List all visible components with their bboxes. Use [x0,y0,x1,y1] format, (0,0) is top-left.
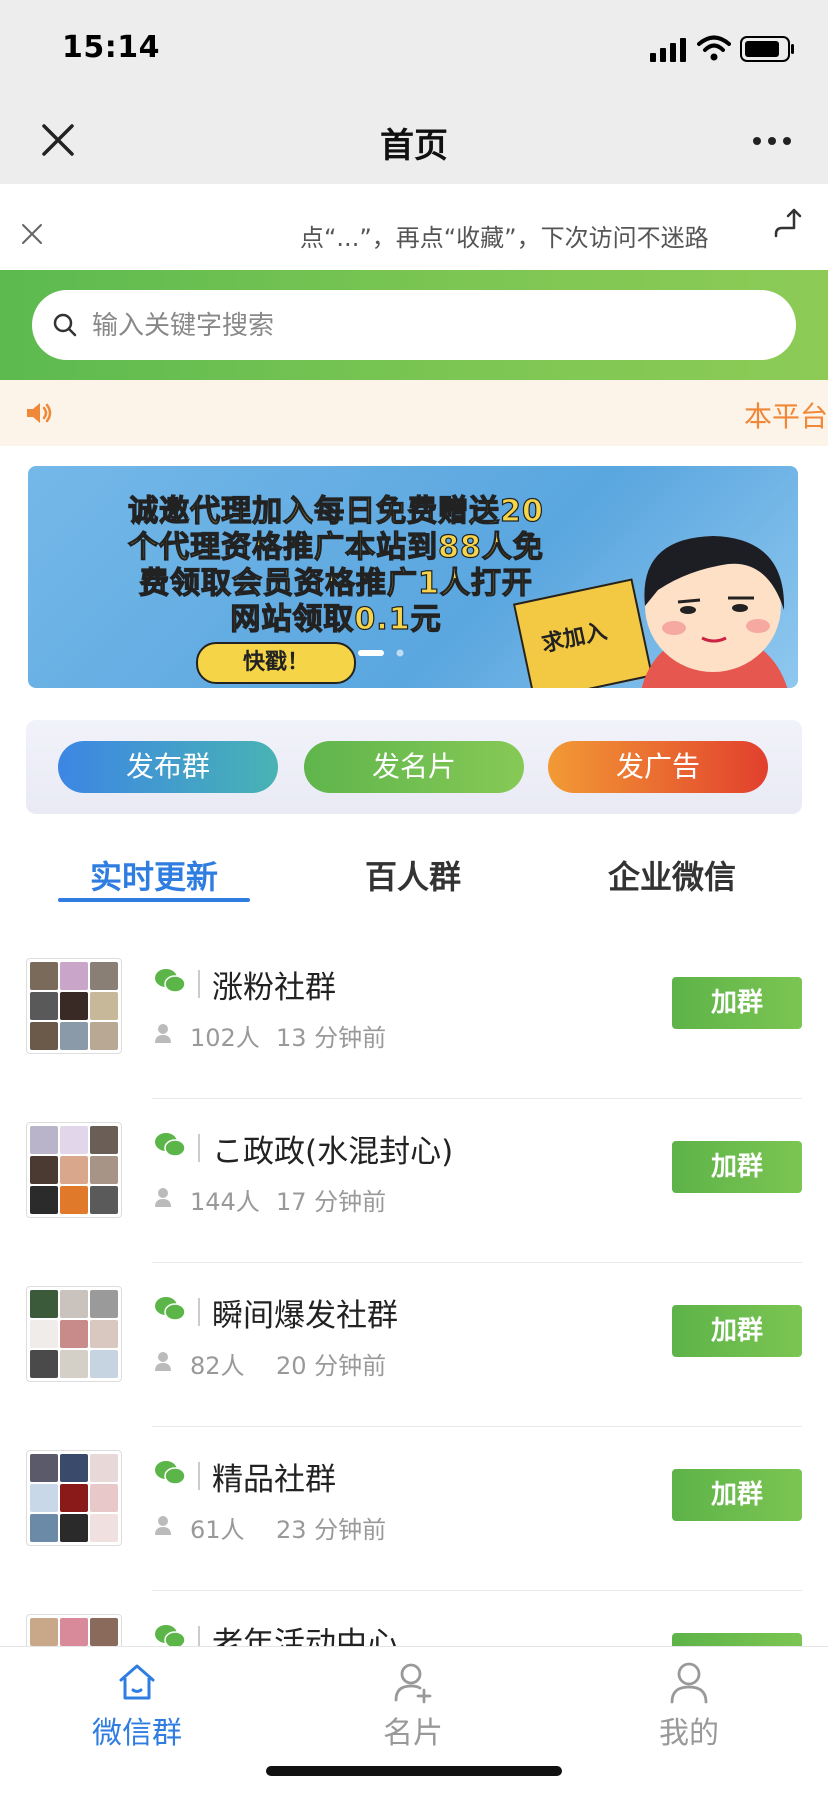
banner-pagination [358,649,404,657]
tab-mine[interactable]: 我的 [619,1708,759,1752]
tab-hundred-groups[interactable]: 百人群 [313,852,513,898]
status-time: 15:14 [62,30,160,65]
active-tab-indicator [58,898,250,902]
member-count: 144人 [190,1188,260,1216]
group-name: 涨粉社群 [212,970,336,1006]
group-name: 瞬间爆发社群 [212,1298,398,1334]
wechat-icon [155,1297,186,1321]
user-icon[interactable] [667,1660,711,1704]
join-group-button[interactable]: 加群 [672,1305,802,1357]
publish-card-button[interactable]: 发名片 [304,741,524,793]
member-count: 102人 [190,1024,260,1052]
tab-realtime[interactable]: 实时更新 [54,852,254,898]
update-time: 13 分钟前 [276,1024,387,1052]
group-avatar [26,1122,122,1218]
member-count: 82人 [190,1352,245,1380]
notice-text: 本平台 [744,400,828,433]
members-icon [155,1188,171,1207]
row-divider [152,1426,802,1427]
arrow-up-right-icon [774,208,802,238]
banner-sign-text: 求加入 [539,619,610,658]
group-avatar [26,1286,122,1382]
group-avatar [26,958,122,1054]
wechat-icon [155,969,186,993]
separator [198,1298,200,1326]
search-input[interactable] [90,298,774,354]
notice-bar [0,380,828,446]
battery-icon [740,36,794,62]
separator [198,970,200,998]
home-indicator[interactable] [266,1766,562,1776]
home-icon[interactable] [115,1660,159,1704]
more-icon[interactable] [752,136,792,146]
search-icon [53,313,77,337]
row-divider [152,1590,802,1591]
page-title: 首页 [380,126,448,166]
tab-wechat-groups[interactable]: 微信群 [67,1708,207,1752]
group-list-item[interactable]: 瞬间爆发社群 82人 20 分钟前 加群 [0,1264,828,1428]
tab-business-card[interactable]: 名片 [343,1708,483,1752]
banner-cta: 快戳！ [196,642,356,684]
speaker-icon [27,403,52,423]
publish-ad-button[interactable]: 发广告 [548,741,768,793]
join-group-button[interactable]: 加群 [672,1469,802,1521]
tip-close-icon[interactable] [20,222,44,246]
group-name: 精品社群 [212,1462,336,1498]
members-icon [155,1516,171,1535]
group-name: こ政政(水混封心) [212,1134,454,1170]
join-group-button[interactable]: 加群 [672,1141,802,1193]
members-icon [155,1352,171,1371]
favorite-tip-text: 点“...”，再点“收藏”，下次访问不迷路 [300,224,709,252]
group-list-item[interactable]: 涨粉社群 102人 13 分钟前 加群 [0,936,828,1100]
cellular-signal-icon [650,38,686,62]
separator [198,1134,200,1162]
wechat-icon [155,1133,186,1157]
group-list-item[interactable]: こ政政(水混封心) 144人 17 分钟前 加群 [0,1100,828,1264]
join-group-button[interactable]: 加群 [672,977,802,1029]
member-count: 61人 [190,1516,245,1544]
publish-group-button[interactable]: 发布群 [58,741,278,793]
group-avatar [26,1450,122,1546]
row-divider [152,1262,802,1263]
promo-banner[interactable]: 诚邀代理加入每日免费赠送20 个代理资格推广本站到88人免 费领取会员资格推广1… [28,466,798,688]
wifi-icon [697,35,731,61]
update-time: 23 分钟前 [276,1516,387,1544]
separator [198,1462,200,1490]
row-divider [152,1098,802,1099]
update-time: 17 分钟前 [276,1188,387,1216]
add-user-icon[interactable] [391,1660,435,1704]
cartoon-girl-illustration [641,536,788,688]
group-list-item[interactable]: 精品社群 61人 23 分钟前 加群 [0,1428,828,1592]
update-time: 20 分钟前 [276,1352,387,1380]
members-icon [155,1024,171,1043]
wechat-icon [155,1461,186,1485]
tab-enterprise-wechat[interactable]: 企业微信 [572,852,772,898]
